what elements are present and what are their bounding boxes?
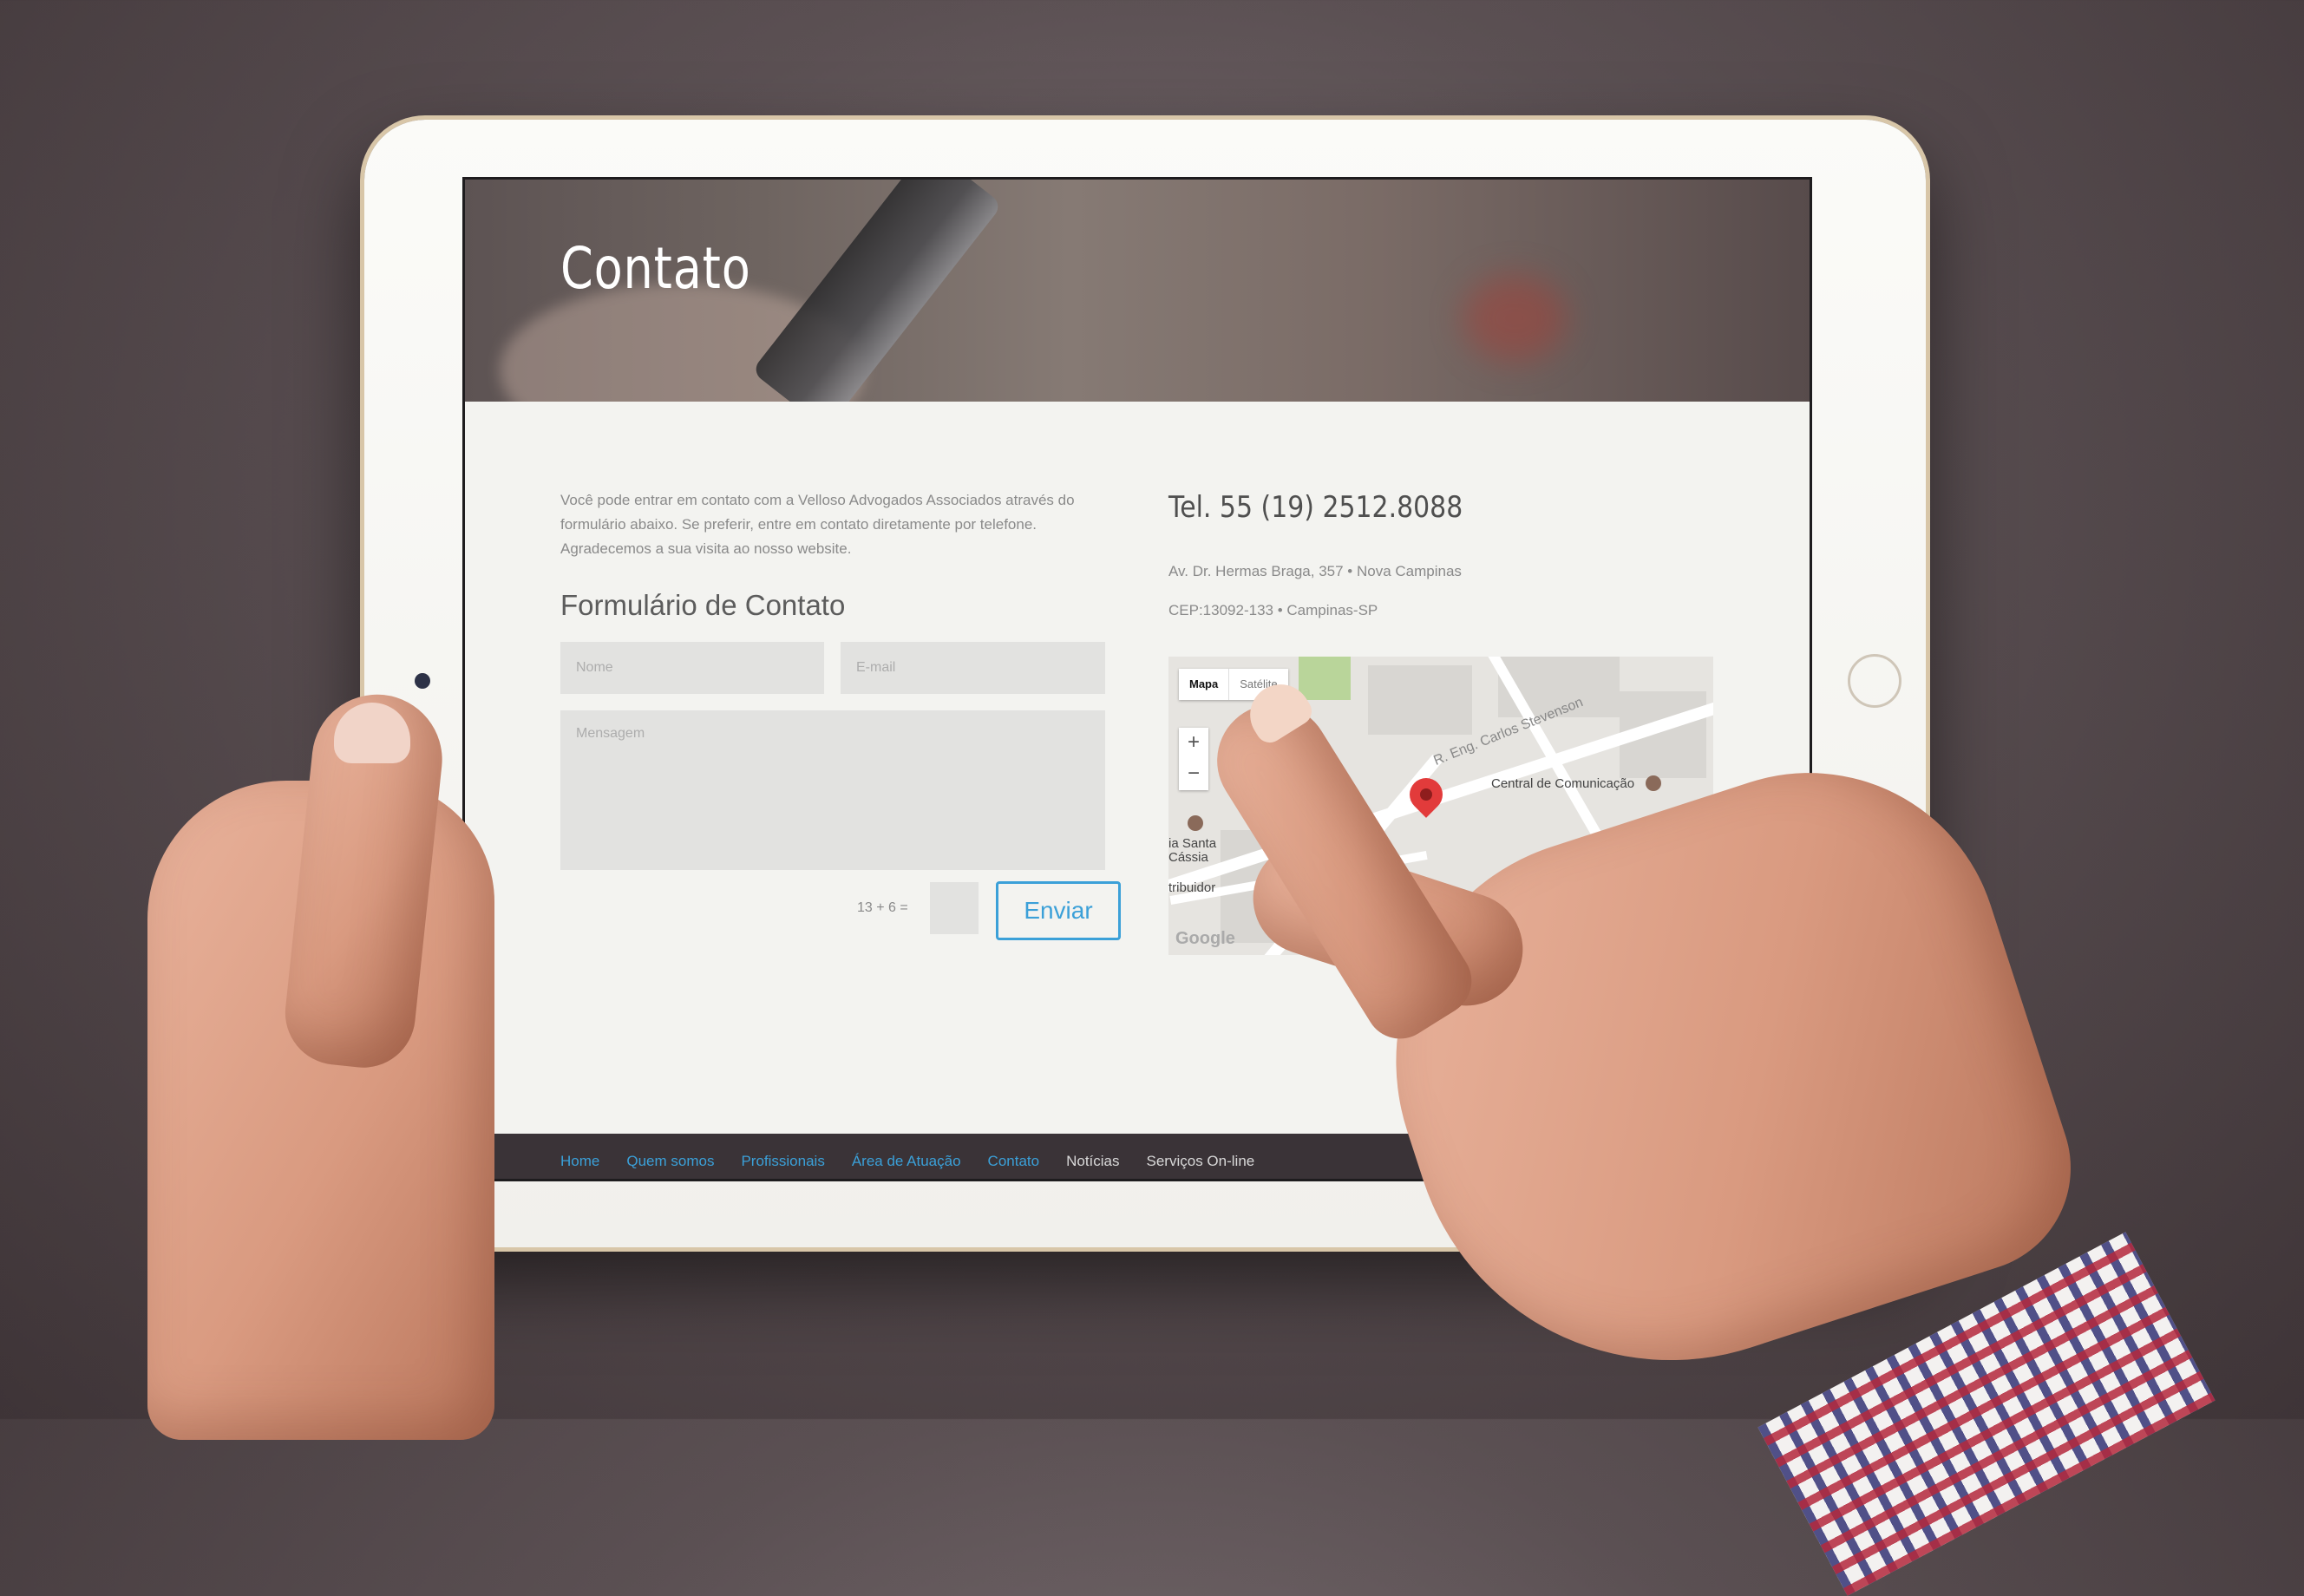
phone-number: Tel. 55 (19) 2512.8088 (1168, 490, 1463, 525)
google-logo: Google (1175, 929, 1235, 948)
map-poi-label: Central de Comunicação (1491, 776, 1635, 791)
map-type-map[interactable]: Mapa (1179, 669, 1228, 700)
message-input[interactable] (560, 710, 1105, 870)
address-line-2: CEP:13092-133 • Campinas-SP (1168, 602, 1378, 618)
map-place-label: tribuidor (1168, 880, 1216, 895)
map-zoom-control[interactable]: + − (1179, 728, 1208, 790)
footer-link-servicos-online[interactable]: Serviços On-line (1147, 1153, 1255, 1170)
map-park (1299, 657, 1351, 700)
poi-icon (1188, 815, 1203, 831)
footer-link-contato[interactable]: Contato (988, 1153, 1040, 1170)
email-input[interactable] (841, 642, 1105, 694)
footer-link-noticias[interactable]: Notícias (1066, 1153, 1119, 1170)
submit-button[interactable]: Enviar (996, 881, 1121, 940)
page-title: Contato (560, 235, 751, 302)
footer-link-profissionais[interactable]: Profissionais (741, 1153, 824, 1170)
map-block (1368, 665, 1472, 735)
zoom-in-button[interactable]: + (1179, 728, 1208, 759)
captcha-question: 13 + 6 = (857, 900, 908, 915)
form-title: Formulário de Contato (560, 589, 846, 621)
name-input[interactable] (560, 642, 824, 694)
footer-link-quem-somos[interactable]: Quem somos (626, 1153, 714, 1170)
address-line-1: Av. Dr. Hermas Braga, 357 • Nova Campina… (1168, 563, 1462, 579)
hero-banner: Contato (465, 180, 1810, 402)
hero-photo-bokeh (1463, 275, 1567, 362)
contact-intro: Você pode entrar em contato com a Vellos… (560, 492, 1075, 557)
captcha-input[interactable] (930, 882, 979, 934)
zoom-out-button[interactable]: − (1179, 759, 1208, 790)
home-button[interactable] (1848, 654, 1901, 708)
footer-link-home[interactable]: Home (560, 1153, 599, 1170)
footer-link-area-de-atuacao[interactable]: Área de Atuação (852, 1153, 961, 1170)
hero-photo-phone (751, 180, 1003, 402)
poi-icon (1646, 775, 1661, 791)
camera-dot (415, 673, 430, 689)
map-place-label: ia Santa Cássia (1168, 836, 1217, 865)
